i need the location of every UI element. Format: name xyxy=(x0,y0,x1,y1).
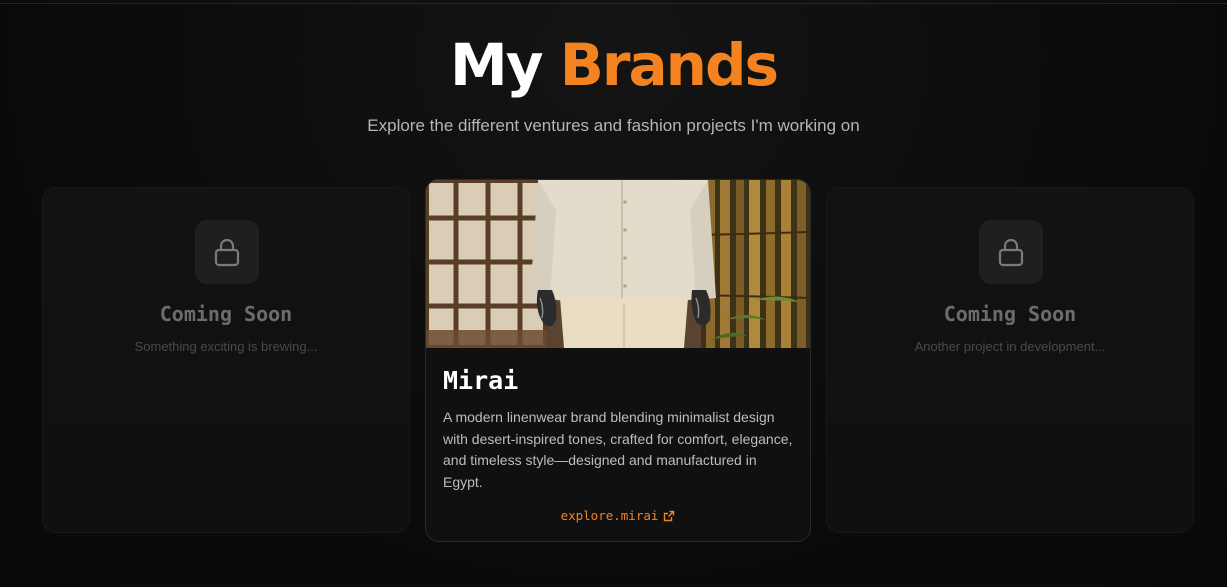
shoji-screen xyxy=(426,180,549,348)
bamboo xyxy=(700,180,810,348)
title-word-brands: Brands xyxy=(559,31,779,99)
brand-photo xyxy=(426,180,810,348)
top-divider xyxy=(0,3,1227,4)
title-word-my: My xyxy=(449,31,544,99)
lock-icon xyxy=(214,238,240,267)
brand-card-mirai[interactable]: Mirai A modern linenwear brand blending … xyxy=(425,179,811,542)
coming-soon-card-right: Coming Soon Another project in developme… xyxy=(826,187,1194,533)
page-subtitle: Explore the different ventures and fashi… xyxy=(367,116,860,135)
card-subtitle: Another project in development... xyxy=(914,339,1106,354)
coming-soon-card-left: Coming Soon Something exciting is brewin… xyxy=(42,187,410,533)
lock-icon-box xyxy=(979,220,1043,284)
explore-link[interactable]: explore.mirai xyxy=(426,508,810,524)
brand-description: A modern linenwear brand blending minima… xyxy=(443,409,793,490)
external-link-icon xyxy=(664,510,675,522)
brand-name: Mirai xyxy=(443,366,519,395)
card-title: Coming Soon xyxy=(159,302,293,326)
lock-icon xyxy=(998,238,1024,267)
page-title: My Brands xyxy=(0,30,1227,100)
lock-icon-box xyxy=(195,220,259,284)
card-title: Coming Soon xyxy=(943,302,1077,326)
brands-section: My Brands Explore the different ventures… xyxy=(0,0,1227,587)
linen-outfit xyxy=(530,180,716,348)
card-subtitle: Something exciting is brewing... xyxy=(134,339,318,354)
explore-link-label: explore.mirai xyxy=(560,508,659,523)
